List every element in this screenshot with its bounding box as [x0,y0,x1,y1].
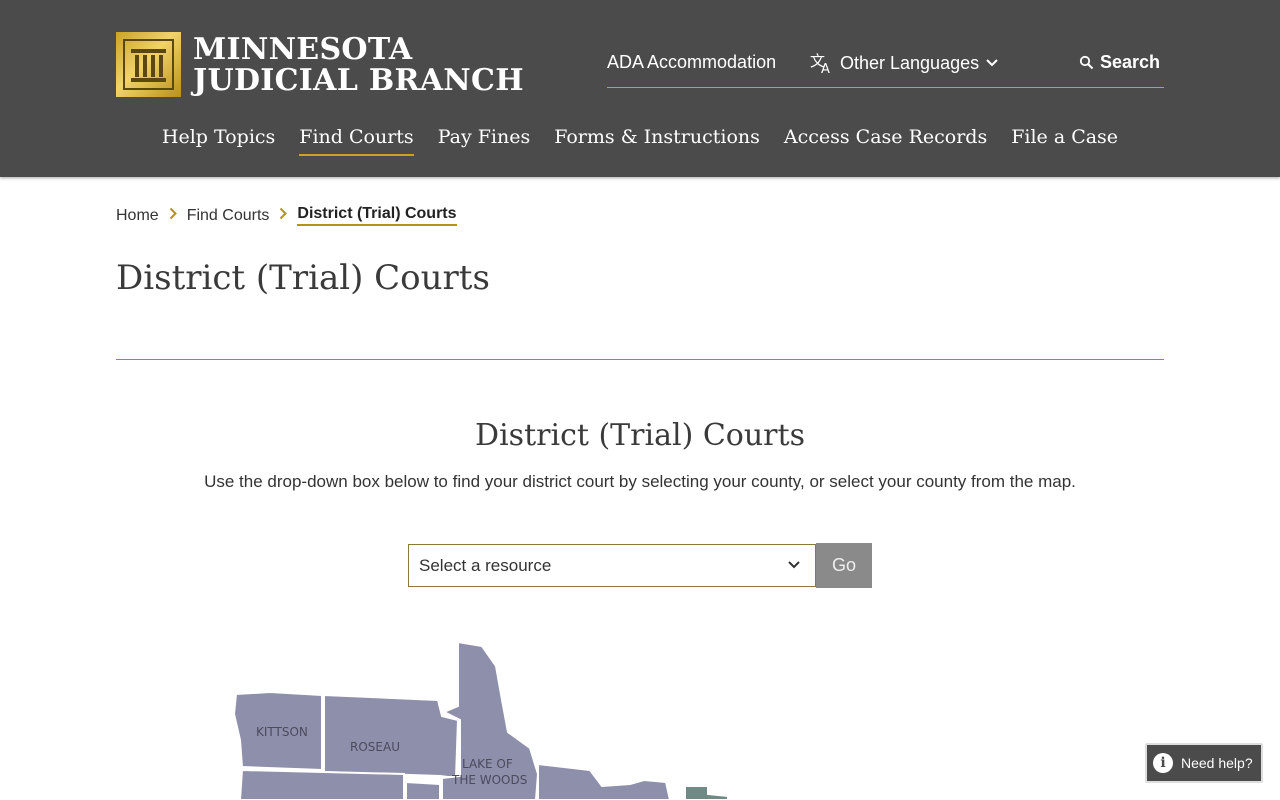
chevron-down-icon [986,59,998,67]
map-label-roseau: ROSEAU [350,740,400,754]
logo-wordmark: MINNESOTA JUDICIAL BRANCH [193,34,524,96]
nav-pay-fines[interactable]: Pay Fines [438,126,531,156]
search-label: Search [1100,52,1161,72]
other-languages-dropdown[interactable]: 文 A Other Languages [810,52,1005,74]
section-title: District (Trial) Courts [475,418,805,453]
map-label-lake-of: LAKE OF [462,757,513,771]
ada-accommodation-link[interactable]: ADA Accommodation [607,52,776,73]
chevron-right-icon [279,207,288,225]
site-header: MINNESOTA JUDICIAL BRANCH ADA Accommodat… [0,0,1280,177]
breadcrumb: Home Find Courts District (Trial) Courts [116,205,457,226]
need-help-label: Need help? [1181,755,1253,771]
map-label-the-woods: THE WOODS [451,773,527,787]
section-description: Use the drop-down box below to find your… [204,472,1076,491]
site-logo[interactable]: MINNESOTA JUDICIAL BRANCH [116,32,524,97]
search-icon [1079,55,1094,70]
main-nav: Help Topics Find Courts Pay Fines Forms … [0,126,1280,156]
logo-line-1: MINNESOTA [193,31,413,67]
county-resource-select[interactable]: Select a resource [408,544,816,587]
page-title: District (Trial) Courts [116,258,490,298]
map-label-kittson: KITTSON [256,725,308,739]
county-koochiching[interactable] [537,762,672,800]
divider [116,359,1164,360]
translate-icon: 文 A [810,52,830,74]
nav-forms-instructions[interactable]: Forms & Instructions [554,126,760,156]
breadcrumb-find-courts[interactable]: Find Courts [187,207,270,225]
info-icon: i [1153,753,1173,773]
county-roseau[interactable] [323,693,460,780]
judicial-seal-icon [116,32,181,97]
breadcrumb-home[interactable]: Home [116,207,159,225]
logo-line-2: JUDICIAL BRANCH [193,62,524,98]
go-button[interactable]: Go [816,543,872,588]
chevron-right-icon [169,207,177,225]
county-marshall[interactable] [238,768,405,800]
chevron-down-icon [788,561,800,569]
select-value: Select a resource [419,556,552,575]
nav-help-topics[interactable]: Help Topics [162,126,275,156]
breadcrumb-current[interactable]: District (Trial) Courts [297,205,457,226]
need-help-widget[interactable]: i Need help? [1145,743,1263,783]
nav-access-case-records[interactable]: Access Case Records [784,126,987,156]
other-languages-label: Other Languages [840,52,980,73]
county-beltrami[interactable] [405,780,441,800]
utility-nav: ADA Accommodation 文 A Other Languages Se… [607,52,1164,88]
svg-text:A: A [821,62,830,74]
search-button[interactable]: Search [1079,52,1160,73]
nav-file-a-case[interactable]: File a Case [1011,126,1118,156]
nav-find-courts[interactable]: Find Courts [299,126,414,156]
county-map: KITTSON ROSEAU LAKE OF THE WOODS [232,640,729,800]
county-cook[interactable] [684,785,729,800]
